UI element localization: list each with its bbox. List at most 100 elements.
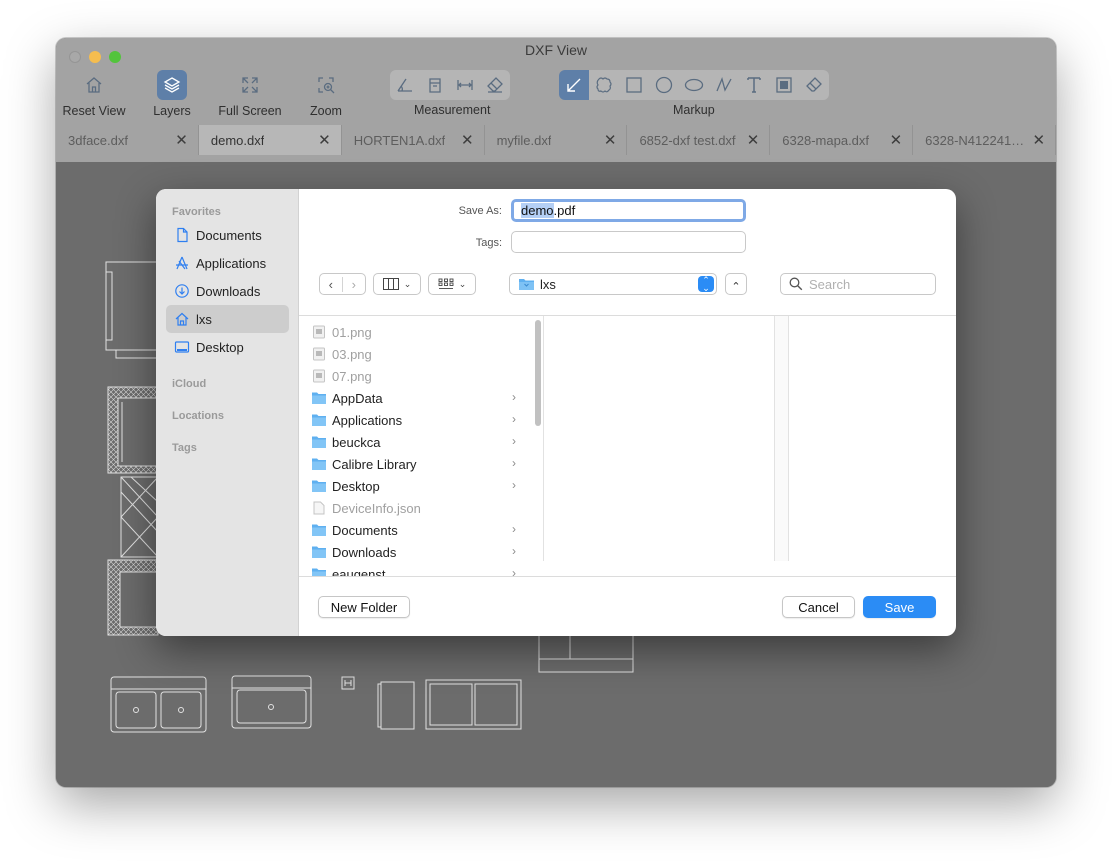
tab-close-icon[interactable]: ✕ — [890, 131, 903, 149]
file-row[interactable]: 07.png — [311, 365, 516, 387]
tab-7[interactable]: 6328-N412241… ✕ — [913, 125, 1056, 155]
collapse-button[interactable]: ⌃ — [725, 273, 747, 295]
filename-selected-text: demo — [521, 203, 554, 218]
location-popup[interactable]: lxs ⌃ ⌄ — [509, 273, 717, 295]
document-tabs: 3dface.dxf ✕ demo.dxf ✕ HORTEN1A.dxf ✕ myfile.… — [56, 125, 1056, 155]
layers-button[interactable]: Layers — [142, 70, 202, 118]
folder-row[interactable]: eaugenst › — [311, 563, 516, 576]
locations-heading[interactable]: Locations — [172, 410, 224, 422]
view-mode-button[interactable]: ⌄ — [373, 273, 421, 295]
file-column: 01.png 03.png 07.png AppData › Applications › b… — [299, 316, 544, 576]
chevron-down-icon: ⌄ — [458, 278, 467, 289]
distance-measure-tool[interactable] — [450, 70, 480, 100]
folder-row[interactable]: Applications › — [311, 409, 516, 431]
text-markup-tool[interactable] — [739, 70, 769, 100]
folder-row[interactable]: beuckca › — [311, 431, 516, 453]
back-chevron-icon[interactable]: ‹ — [320, 276, 343, 292]
folder-row[interactable]: Downloads › — [311, 541, 516, 563]
distance-icon — [457, 80, 473, 90]
rectangle-markup-tool[interactable] — [619, 70, 649, 100]
file-name: AppData — [332, 390, 383, 406]
chevron-right-icon: › — [512, 544, 516, 558]
chevron-right-icon: › — [512, 456, 516, 470]
icloud-heading[interactable]: iCloud — [172, 378, 206, 390]
tab-6[interactable]: 6328-mapa.dxf ✕ — [770, 125, 914, 155]
file-name: Applications — [332, 412, 403, 428]
tab-close-icon[interactable]: ✕ — [318, 131, 331, 149]
location-label: lxs — [540, 276, 556, 292]
folder-icon — [312, 436, 326, 448]
tab-5[interactable]: 6852-dxf test.dxf ✕ — [627, 125, 771, 155]
tags-label: Tags: — [475, 237, 502, 249]
erase-measure-tool[interactable] — [480, 70, 510, 100]
column-divider[interactable] — [543, 316, 545, 561]
tags-input[interactable] — [511, 231, 746, 253]
column-divider[interactable] — [774, 316, 789, 561]
filename-input[interactable]: demo.pdf — [511, 199, 746, 222]
applications-icon — [176, 256, 188, 270]
forward-chevron-icon[interactable]: › — [343, 277, 365, 292]
home-icon — [79, 70, 109, 100]
sidebar-item-downloads[interactable]: Downloads — [166, 277, 289, 305]
sidebar-item-lxs[interactable]: lxs — [166, 305, 289, 333]
tab-2[interactable]: demo.dxf ✕ — [198, 125, 342, 155]
chevron-right-icon: › — [512, 390, 516, 404]
titlebar: DXF View Reset View Layers Full Screen Z… — [56, 38, 1056, 162]
tab-label: 6328-N412241… — [925, 133, 1025, 148]
file-name: Calibre Library — [332, 456, 417, 472]
tab-close-icon[interactable]: ✕ — [604, 131, 617, 149]
area-measure-tool[interactable] — [420, 70, 450, 100]
new-folder-button[interactable]: New Folder — [318, 596, 410, 618]
save-button[interactable]: Save — [863, 596, 936, 618]
erase-markup-tool[interactable] — [799, 70, 829, 100]
sidebar-item-applications[interactable]: Applications — [166, 249, 289, 277]
folder-row[interactable]: Desktop › — [311, 475, 516, 497]
file-row[interactable]: DeviceInfo.json — [311, 497, 516, 519]
tab-close-icon[interactable]: ✕ — [747, 131, 760, 149]
zoom-icon — [311, 70, 341, 100]
file-name: 01.png — [332, 324, 372, 340]
tab-close-icon[interactable]: ✕ — [175, 131, 188, 149]
zoom-button[interactable]: Zoom — [302, 70, 350, 118]
group-mode-button[interactable]: ⌄ — [428, 273, 476, 295]
folder-row[interactable]: Documents › — [311, 519, 516, 541]
full-screen-button[interactable]: Full Screen — [216, 70, 284, 118]
filled-square-icon — [776, 77, 792, 93]
scrollbar-thumb[interactable] — [535, 320, 541, 426]
chevron-right-icon: › — [512, 412, 516, 426]
fill-markup-tool[interactable] — [769, 70, 799, 100]
tab-3[interactable]: HORTEN1A.dxf ✕ — [341, 125, 485, 155]
arrow-markup-tool[interactable] — [559, 70, 589, 100]
polyline-icon — [716, 77, 732, 92]
tab-4[interactable]: myfile.dxf ✕ — [484, 125, 628, 155]
reset-view-button[interactable]: Reset View — [62, 70, 126, 118]
folder-row[interactable]: Calibre Library › — [311, 453, 516, 475]
file-row[interactable]: 03.png — [311, 343, 516, 365]
sidebar-item-desktop[interactable]: Desktop — [166, 333, 289, 361]
tab-close-icon[interactable]: ✕ — [1032, 131, 1045, 149]
polyline-markup-tool[interactable] — [709, 70, 739, 100]
folder-row[interactable]: AppData › — [311, 387, 516, 409]
cancel-button[interactable]: Cancel — [782, 596, 855, 618]
file-row[interactable]: 01.png — [311, 321, 516, 343]
sidebar-item-documents[interactable]: Documents — [166, 221, 289, 249]
folder-icon — [312, 480, 326, 492]
tab-label: 3dface.dxf — [68, 133, 128, 148]
search-field[interactable]: Search — [780, 273, 936, 295]
ellipse-markup-tool[interactable] — [679, 70, 709, 100]
file-name: 07.png — [332, 368, 372, 384]
save-dialog: Favorites Documents Applications Downloa… — [156, 189, 956, 636]
file-name: DeviceInfo.json — [332, 500, 421, 516]
rectangle-icon — [626, 77, 642, 93]
tags-heading[interactable]: Tags — [172, 442, 197, 454]
tab-1[interactable]: 3dface.dxf ✕ — [56, 125, 199, 155]
dialog-main: Save As: demo.pdf Tags: ‹ › ⌄ ⌄ lxs ⌃ ⌄ ⌃ — [299, 189, 956, 636]
eraser-icon — [487, 77, 503, 93]
favorites-heading: Favorites — [172, 206, 221, 218]
dialog-sidebar: Favorites Documents Applications Downloa… — [156, 189, 299, 636]
angle-measure-tool[interactable] — [390, 70, 420, 100]
cloud-markup-tool[interactable] — [589, 70, 619, 100]
ellipse-icon — [684, 78, 704, 92]
tab-close-icon[interactable]: ✕ — [461, 131, 474, 149]
circle-markup-tool[interactable] — [649, 70, 679, 100]
